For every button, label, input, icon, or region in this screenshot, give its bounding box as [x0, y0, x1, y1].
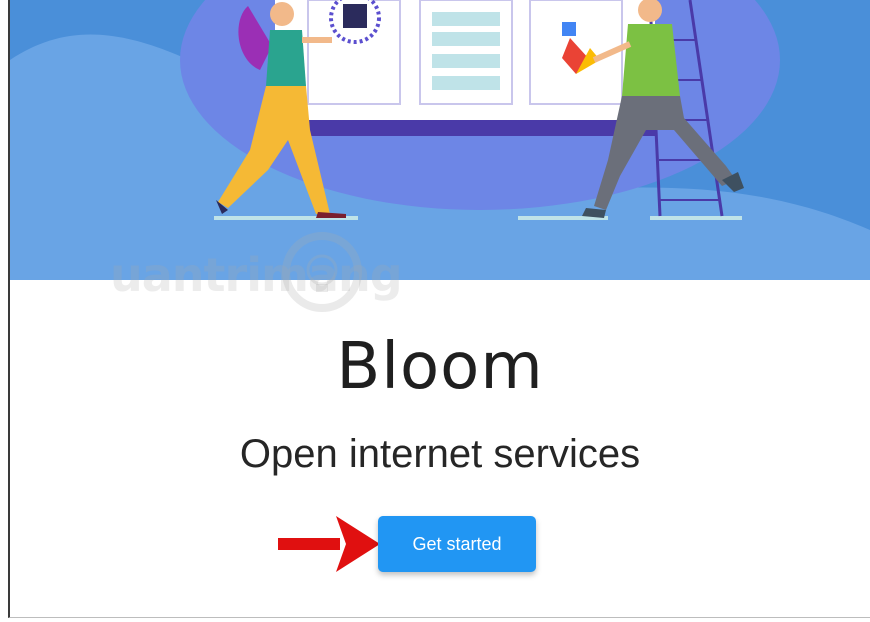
red-arrow-icon: [278, 516, 380, 572]
hero-illustration-art: [10, 0, 870, 280]
page-tagline: Open internet services: [239, 432, 641, 476]
get-started-button[interactable]: Get started: [378, 516, 536, 572]
page-title: Bloom: [336, 330, 544, 404]
page-frame: uantrimang Bloom Open internet services …: [8, 0, 870, 618]
hero-illustration: [10, 0, 870, 280]
watermark-text: uantrimang: [110, 248, 403, 302]
